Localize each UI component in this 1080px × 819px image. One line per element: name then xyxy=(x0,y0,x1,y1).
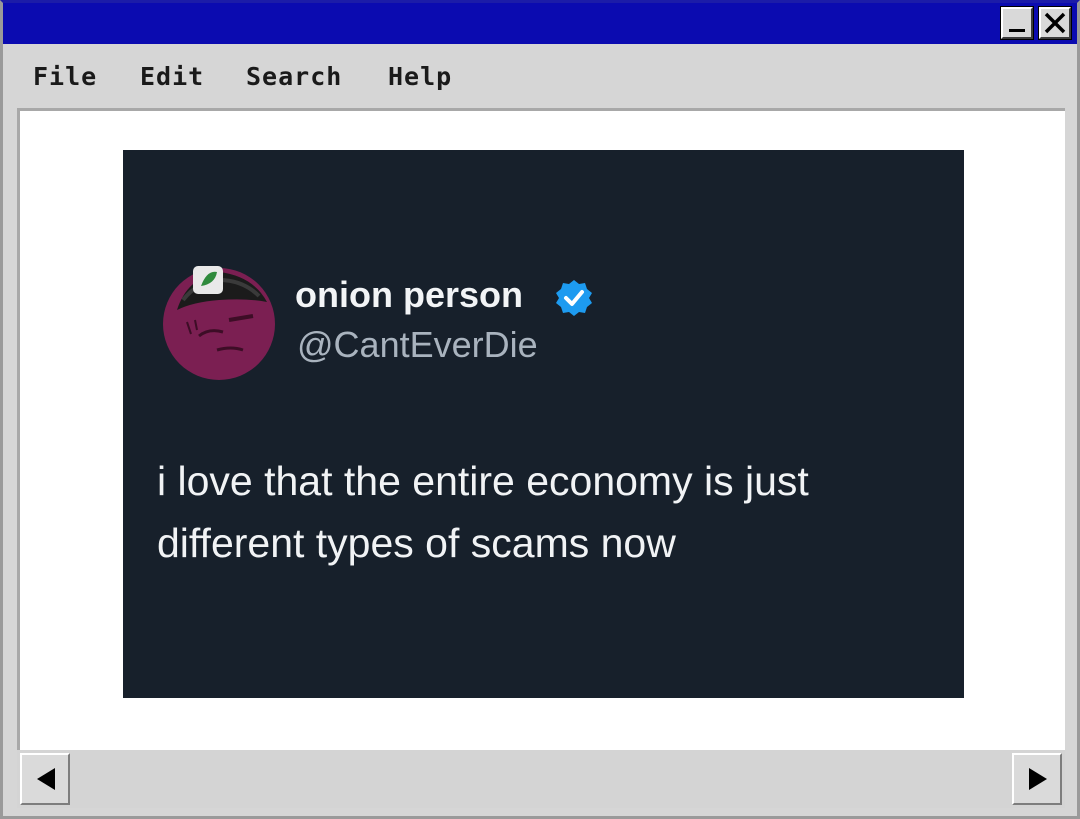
display-name: onion person xyxy=(295,274,523,315)
title-bar xyxy=(3,3,1077,44)
minimize-button[interactable] xyxy=(1000,6,1034,40)
horizontal-scrollbar[interactable] xyxy=(17,750,1065,808)
menu-search[interactable]: Search xyxy=(246,62,342,91)
user-handle: @CantEverDie xyxy=(297,324,538,365)
arrow-right-icon xyxy=(1029,768,1047,790)
onion-avatar-icon xyxy=(163,266,275,380)
arrow-left-icon xyxy=(37,768,55,790)
menu-help[interactable]: Help xyxy=(388,62,452,91)
content-area: onion person @CantEverDie i love that th… xyxy=(17,108,1065,750)
minimize-icon xyxy=(1009,29,1025,32)
menu-edit[interactable]: Edit xyxy=(140,62,204,91)
tweet-text-line-2: different types of scams now xyxy=(157,520,676,566)
tweet-text-line-1: i love that the entire economy is just xyxy=(157,458,809,504)
app-window: File Edit Search Help onion person @Cant… xyxy=(0,0,1080,819)
close-button[interactable] xyxy=(1038,6,1072,40)
tweet-text: i love that the entire economy is just d… xyxy=(157,450,937,574)
scroll-left-button[interactable] xyxy=(20,753,70,805)
menu-bar: File Edit Search Help xyxy=(3,44,1077,108)
scroll-right-button[interactable] xyxy=(1012,753,1062,805)
close-icon xyxy=(1044,12,1066,34)
menu-file[interactable]: File xyxy=(33,62,97,91)
verified-badge-icon xyxy=(556,280,592,316)
tweet-screenshot: onion person @CantEverDie i love that th… xyxy=(123,150,964,698)
